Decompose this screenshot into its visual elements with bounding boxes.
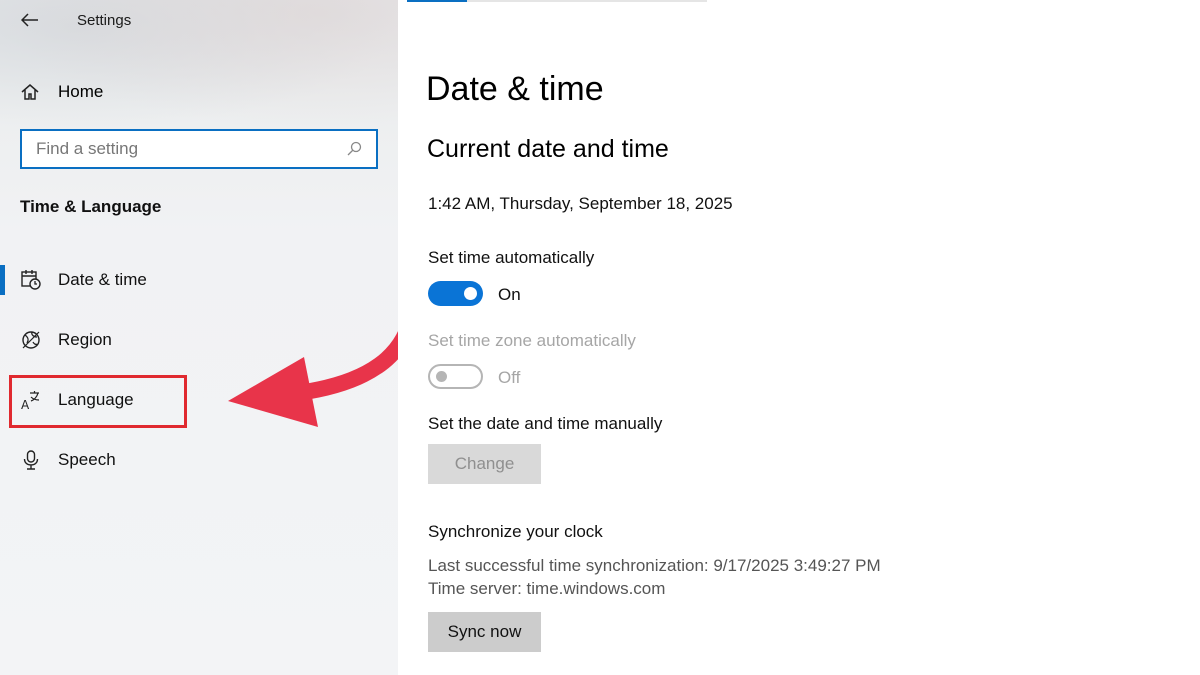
time-server-text: Time server: time.windows.com <box>428 579 666 598</box>
home-button[interactable]: Home <box>20 79 103 105</box>
main-panel: Date & time Current date and time 1:42 A… <box>398 0 1200 675</box>
sidebar-item-date-time[interactable]: Date & time <box>0 265 398 295</box>
microphone-icon <box>20 449 42 471</box>
last-sync-text: Last successful time synchronization: 9/… <box>428 556 881 575</box>
home-label: Home <box>58 82 104 101</box>
current-datetime: 1:42 AM, Thursday, September 18, 2025 <box>428 194 733 213</box>
app-title: Settings <box>77 12 132 29</box>
top-accent <box>407 0 467 2</box>
page-title: Date & time <box>426 70 604 108</box>
set-time-auto-state: On <box>498 285 521 304</box>
calendar-clock-icon <box>20 269 42 291</box>
home-icon <box>21 84 39 100</box>
sidebar-item-label: Speech <box>58 450 116 469</box>
set-time-auto-toggle[interactable] <box>428 281 483 306</box>
sidebar-item-label: Date & time <box>58 270 147 289</box>
search-icon[interactable] <box>342 141 366 157</box>
set-timezone-auto-toggle[interactable] <box>428 364 483 389</box>
section-title: Time & Language <box>20 197 162 216</box>
search-input[interactable] <box>22 131 342 167</box>
back-button[interactable] <box>18 8 42 32</box>
change-button[interactable]: Change <box>428 444 541 484</box>
sidebar-item-speech[interactable]: Speech <box>0 445 398 475</box>
sync-now-button[interactable]: Sync now <box>428 612 541 652</box>
set-timezone-auto-state: Off <box>498 368 521 387</box>
annotation-arrow-icon <box>228 305 420 427</box>
language-highlight-box <box>9 375 187 428</box>
title-bar: Settings <box>0 0 398 40</box>
toggle-knob <box>464 287 477 300</box>
toggle-knob <box>436 371 447 382</box>
sync-title: Synchronize your clock <box>428 522 603 541</box>
set-timezone-auto-label: Set time zone automatically <box>428 331 636 350</box>
globe-icon <box>20 329 42 351</box>
set-time-auto-label: Set time automatically <box>428 248 595 267</box>
section-heading: Current date and time <box>427 135 669 163</box>
back-arrow-icon <box>21 13 38 27</box>
manual-label: Set the date and time manually <box>428 414 663 433</box>
search-box[interactable] <box>20 129 378 169</box>
sidebar-item-label: Region <box>58 330 112 349</box>
selected-indicator <box>0 265 5 295</box>
